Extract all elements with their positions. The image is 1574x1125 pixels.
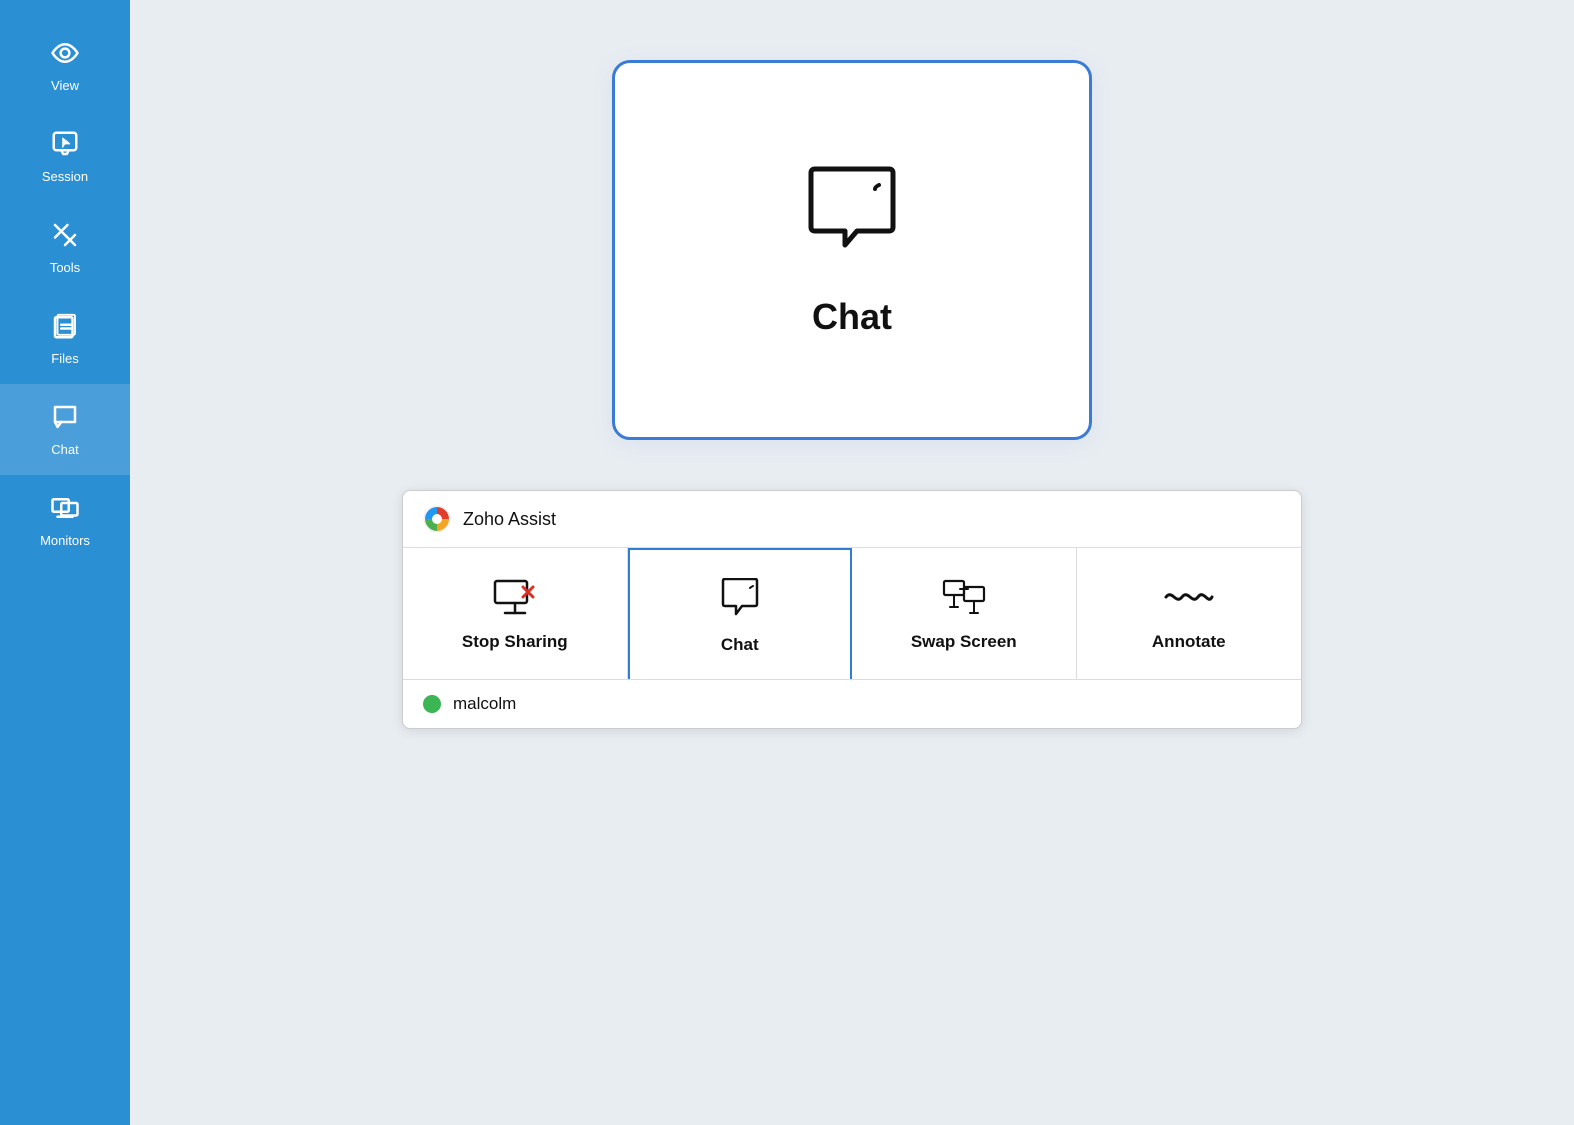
chat-icon [50, 402, 80, 436]
sidebar-item-session[interactable]: Session [0, 111, 130, 202]
tools-icon [50, 220, 80, 254]
sidebar-item-view[interactable]: View [0, 20, 130, 111]
eye-icon [50, 38, 80, 72]
chat-action-icon [718, 578, 762, 625]
stop-sharing-icon [493, 579, 537, 622]
zoho-panel-title: Zoho Assist [463, 509, 556, 530]
zoho-logo-icon [423, 505, 451, 533]
user-name-label: malcolm [453, 694, 516, 714]
swap-screen-label: Swap Screen [911, 632, 1017, 652]
swap-screen-button[interactable]: Swap Screen [852, 548, 1077, 679]
sidebar-item-tools-label: Tools [50, 260, 80, 275]
cursor-icon [50, 129, 80, 163]
zoho-panel-footer: malcolm [403, 680, 1301, 728]
chat-action-label: Chat [721, 635, 759, 655]
chat-bubble-big-icon [797, 163, 907, 278]
chat-action-button[interactable]: Chat [628, 548, 853, 679]
sidebar-item-monitors-label: Monitors [40, 533, 90, 548]
user-status-dot [423, 695, 441, 713]
sidebar-item-chat[interactable]: Chat [0, 384, 130, 475]
chat-main-card-label: Chat [812, 296, 892, 338]
stop-sharing-button[interactable]: Stop Sharing [403, 548, 628, 679]
sidebar-item-files[interactable]: Files [0, 293, 130, 384]
zoho-assist-panel: Zoho Assist Stop Sharing [402, 490, 1302, 729]
zoho-actions-bar: Stop Sharing Chat [403, 548, 1301, 680]
sidebar: View Session Tools [0, 0, 130, 1125]
sidebar-item-session-label: Session [42, 169, 88, 184]
monitors-icon [50, 493, 80, 527]
files-icon [50, 311, 80, 345]
zoho-panel-header: Zoho Assist [403, 491, 1301, 548]
stop-sharing-label: Stop Sharing [462, 632, 568, 652]
sidebar-item-monitors[interactable]: Monitors [0, 475, 130, 566]
chat-main-card: Chat [612, 60, 1092, 440]
sidebar-item-tools[interactable]: Tools [0, 202, 130, 293]
sidebar-item-files-label: Files [51, 351, 78, 366]
annotate-button[interactable]: Annotate [1077, 548, 1302, 679]
annotate-label: Annotate [1152, 632, 1226, 652]
swap-screen-icon [942, 579, 986, 622]
sidebar-item-chat-label: Chat [51, 442, 78, 457]
main-content: Chat Zoho Assist [130, 0, 1574, 1125]
annotate-icon [1162, 579, 1216, 622]
sidebar-item-view-label: View [51, 78, 79, 93]
